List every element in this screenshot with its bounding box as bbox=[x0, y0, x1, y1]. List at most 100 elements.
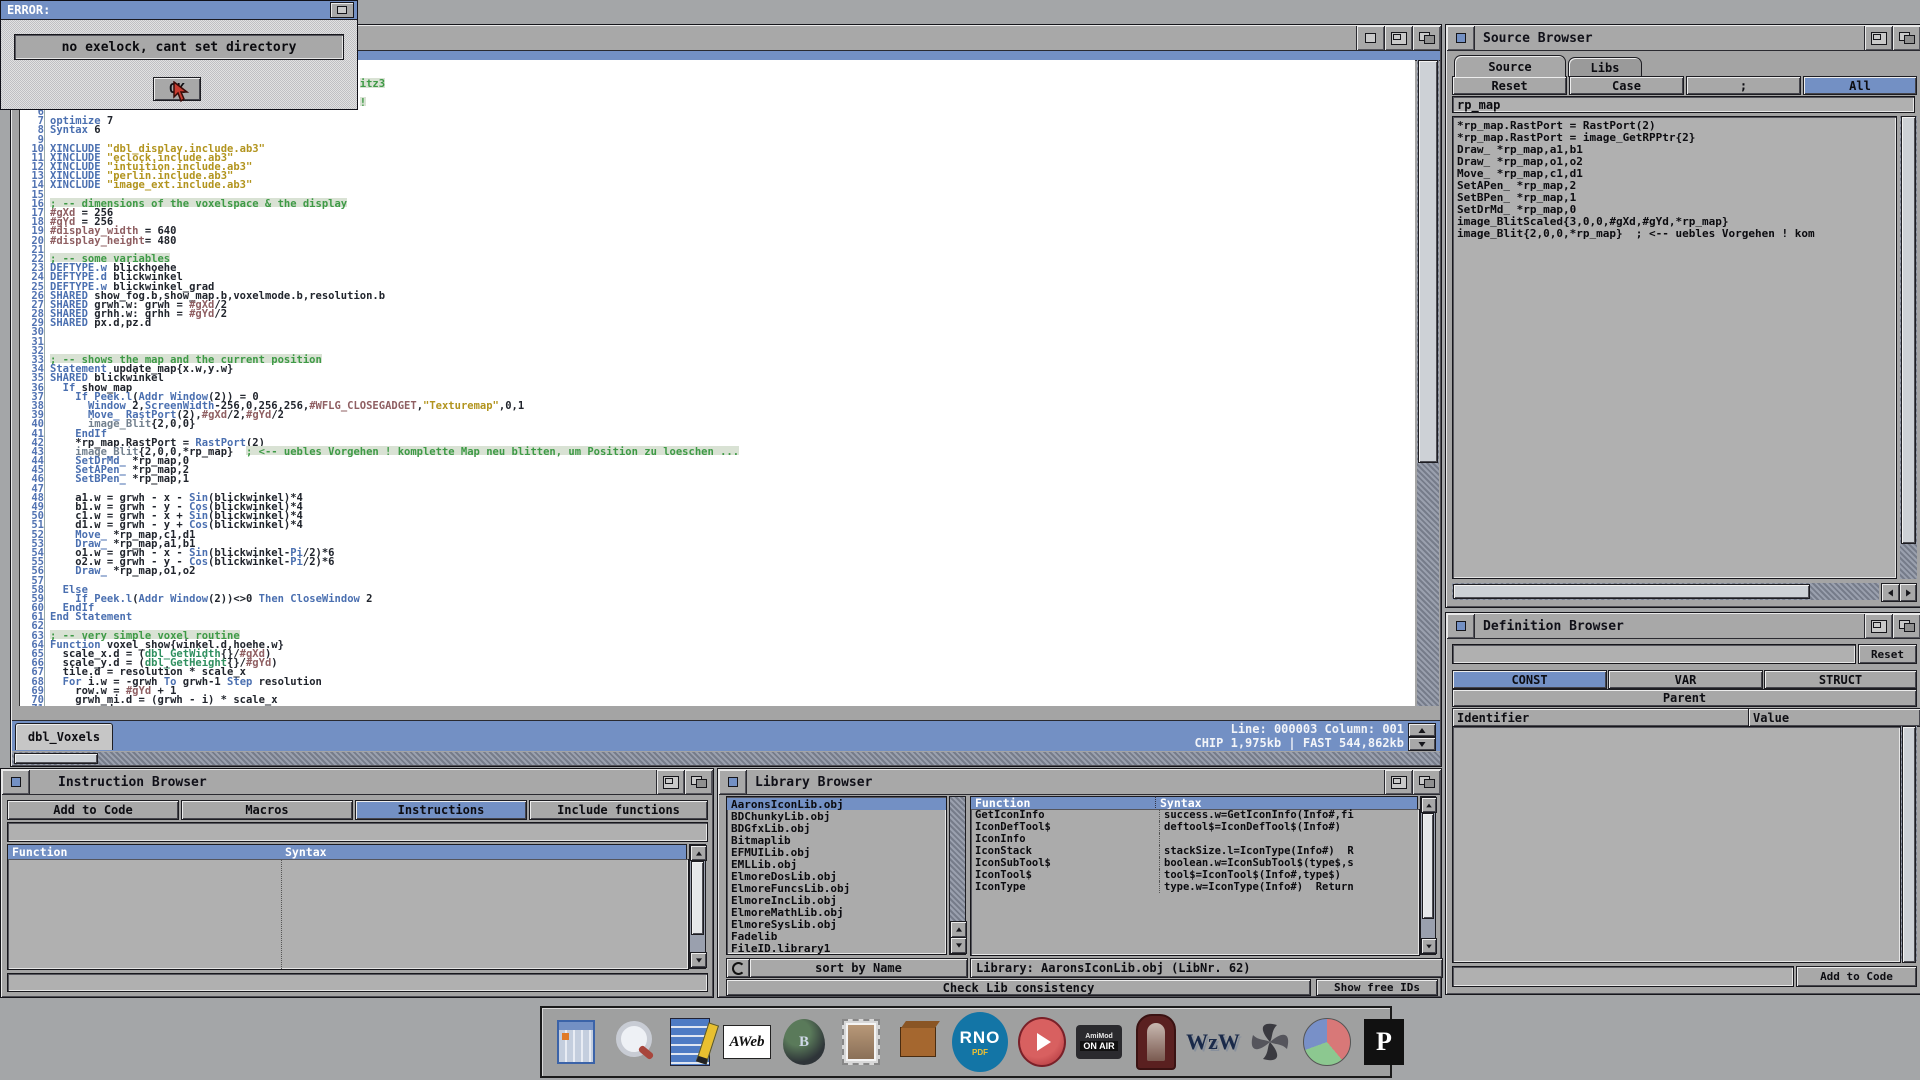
code-line[interactable]: 57 bbox=[20, 575, 1415, 584]
code-line[interactable]: 43 image_Blit{2,0,0,*rp_map} ; <-- ueble… bbox=[20, 446, 1415, 455]
code-line[interactable]: 63; -- very simple voxel routine bbox=[20, 630, 1415, 639]
library-function-vscrollbar[interactable] bbox=[1420, 796, 1436, 955]
column-header-function[interactable]: Function bbox=[7, 844, 281, 860]
source-result-row[interactable]: Draw_ *rp_map,a1,b1 bbox=[1453, 143, 1896, 155]
code-line[interactable]: 49 b1.w = grwh - y - Cos(blickwinkel)*4 bbox=[20, 501, 1415, 510]
code-line[interactable]: 62 bbox=[20, 620, 1415, 629]
parent-button[interactable]: Parent bbox=[1452, 689, 1917, 707]
column-header-syntax[interactable]: Syntax bbox=[281, 844, 687, 860]
tab-libs[interactable]: Libs bbox=[1568, 57, 1642, 77]
code-line[interactable]: 30 bbox=[20, 326, 1415, 335]
instructions-button[interactable]: Instructions bbox=[355, 800, 527, 820]
amimod-onair-icon[interactable]: AmiMod ON AIR bbox=[1075, 1016, 1123, 1068]
close-gadget-icon[interactable] bbox=[1447, 614, 1475, 638]
show-free-ids-button[interactable]: Show free IDs bbox=[1316, 979, 1438, 996]
editor-hscrollbar[interactable] bbox=[12, 752, 1440, 765]
code-line[interactable]: 59 If Peek.l(Addr Window(2))<>0 Then Clo… bbox=[20, 593, 1415, 602]
code-line[interactable]: 48 a1.w = grwh - x - Sin(blickwinkel)*4 bbox=[20, 492, 1415, 501]
code-line[interactable]: 46 SetBPen_ *rp_map,1 bbox=[20, 473, 1415, 482]
code-line[interactable]: 31 bbox=[20, 336, 1415, 345]
instruction-list[interactable] bbox=[7, 859, 689, 970]
all-button[interactable]: All bbox=[1803, 76, 1917, 95]
function-row[interactable]: IconInfo bbox=[971, 833, 1419, 845]
code-line[interactable]: 25DEFTYPE.w blickwinkel_grad bbox=[20, 281, 1415, 290]
library-row[interactable]: ElmoreSysLib.obj bbox=[727, 918, 946, 930]
code-line[interactable]: 42 *rp_map.RastPort = RastPort(2) bbox=[20, 437, 1415, 446]
code-line[interactable]: 7optimize 7 bbox=[20, 115, 1415, 124]
source-result-row[interactable]: image_BlitScaled{3,0,0,#gXd,#gYd,*rp_map… bbox=[1453, 215, 1896, 227]
library-vscrollbar[interactable] bbox=[949, 796, 966, 955]
hscroll-left-gadget[interactable] bbox=[1881, 583, 1900, 602]
box-icon[interactable] bbox=[894, 1016, 942, 1068]
library-row[interactable]: ElmoreFuncsLib.obj bbox=[727, 882, 946, 894]
code-line[interactable]: 26SHARED show_fog.b,show_map.b,voxelmode… bbox=[20, 290, 1415, 299]
library-row[interactable]: ElmoreIncLib.obj bbox=[727, 894, 946, 906]
code-line[interactable]: 24DEFTYPE.d blickwinkel bbox=[20, 271, 1415, 280]
definition-add-to-code-button[interactable]: Add to Code bbox=[1796, 966, 1917, 987]
code-line[interactable]: 65 scale_x.d = (dbl_GetWidth{}/#gXd) bbox=[20, 648, 1415, 657]
code-line[interactable]: 8Syntax 6 bbox=[20, 124, 1415, 133]
pinwheel-icon[interactable] bbox=[1246, 1016, 1294, 1068]
code-line[interactable]: 58 Else bbox=[20, 584, 1415, 593]
code-line[interactable]: 14XINCLUDE "image_ext.include.ab3" bbox=[20, 179, 1415, 188]
editor-vscrollbar[interactable] bbox=[1417, 60, 1439, 706]
library-row[interactable]: EMLLib.obj bbox=[727, 858, 946, 870]
code-line[interactable]: 67 tile.d = resolution * scale_x bbox=[20, 666, 1415, 675]
library-row[interactable]: Fadelib bbox=[727, 930, 946, 942]
zoom-gadget-icon[interactable] bbox=[1864, 614, 1892, 638]
library-row[interactable]: BDChunkyLib.obj bbox=[727, 810, 946, 822]
tab-source[interactable]: Source bbox=[1454, 55, 1566, 77]
depth-gadget-icon[interactable] bbox=[1892, 614, 1920, 638]
code-line[interactable]: 41 EndIf bbox=[20, 428, 1415, 437]
yam-stamp-icon[interactable] bbox=[837, 1016, 885, 1068]
code-line[interactable]: 22; -- some variables bbox=[20, 253, 1415, 262]
library-row[interactable]: ElmoreDosLib.obj bbox=[727, 870, 946, 882]
case-button[interactable]: Case bbox=[1569, 76, 1684, 95]
ibrowse-globe-icon[interactable]: B bbox=[780, 1016, 828, 1068]
source-result-row[interactable]: SetAPen_ *rp_map,2 bbox=[1453, 179, 1896, 191]
code-line[interactable]: 50 c1.w = grwh - x + Sin(blickwinkel)*4 bbox=[20, 510, 1415, 519]
code-line[interactable]: 20#display_height= 480 bbox=[20, 235, 1415, 244]
zoom-gadget-icon[interactable] bbox=[1384, 26, 1412, 50]
reset-button[interactable]: Reset bbox=[1452, 76, 1567, 95]
function-row[interactable]: IconTool$tool$=IconTool$(Info#,type$) bbox=[971, 869, 1419, 881]
close-gadget-icon[interactable] bbox=[719, 770, 747, 794]
zoom-gadget-icon[interactable] bbox=[656, 770, 684, 794]
semicolon-button[interactable]: ; bbox=[1686, 76, 1801, 95]
sort-cycle-gadget[interactable] bbox=[726, 958, 750, 978]
code-line[interactable]: 53 Draw_ *rp_map,a1,b1 bbox=[20, 538, 1415, 547]
status-up-gadget[interactable] bbox=[1408, 723, 1436, 737]
code-line[interactable]: 16; -- dimensions of the voxelspace & th… bbox=[20, 198, 1415, 207]
code-line[interactable]: 28SHARED grhh.w: grhh = #gYd/2 bbox=[20, 308, 1415, 317]
instruction-browser-titlebar[interactable]: Instruction Browser bbox=[2, 770, 712, 795]
source-vscrollbar[interactable] bbox=[1900, 116, 1917, 579]
code-line[interactable]: 12XINCLUDE "intuition.include.ab3" bbox=[20, 161, 1415, 170]
function-row[interactable]: IconDefTool$deftool$=IconDefTool$(Info#) bbox=[971, 821, 1419, 833]
column-header-syntax[interactable]: Syntax bbox=[1155, 796, 1418, 810]
zoom-gadget-icon[interactable] bbox=[1864, 26, 1892, 50]
code-line[interactable]: 66 scale_y.d = (dbl_GetHeight{}/#gYd) bbox=[20, 657, 1415, 666]
code-line[interactable]: 37 If Peek.l(Addr Window(2)) = 0 bbox=[20, 391, 1415, 400]
code-line[interactable]: 51 d1.w = grwh - y + Cos(blickwinkel)*4 bbox=[20, 519, 1415, 528]
definition-list[interactable] bbox=[1452, 726, 1901, 963]
www-icon[interactable]: WzW bbox=[1189, 1016, 1237, 1068]
tab-const[interactable]: CONST bbox=[1452, 670, 1607, 689]
code-line[interactable]: 64Function voxel_show{winkel.d,hoehe.w} bbox=[20, 639, 1415, 648]
code-line[interactable]: 19#display_width = 640 bbox=[20, 225, 1415, 234]
code-line[interactable]: 47 bbox=[20, 483, 1415, 492]
code-line[interactable]: 29SHARED px.d,pz.d bbox=[20, 317, 1415, 326]
code-line[interactable]: 18#gYd = 256 bbox=[20, 216, 1415, 225]
source-result-row[interactable]: image_Blit{2,0,0,*rp_map} ; <-- uebles V… bbox=[1453, 227, 1896, 239]
code-line[interactable]: 9 bbox=[20, 134, 1415, 143]
status-down-gadget[interactable] bbox=[1408, 737, 1436, 751]
depth-gadget-icon[interactable] bbox=[684, 770, 712, 794]
aweb-icon[interactable]: AWeb bbox=[723, 1016, 771, 1068]
file-tab-dbl-voxels[interactable]: dbl_Voxels bbox=[15, 723, 113, 750]
macros-button[interactable]: Macros bbox=[181, 800, 353, 820]
zoom-gadget-icon[interactable] bbox=[1384, 770, 1412, 794]
mirror-icon[interactable] bbox=[1132, 1016, 1180, 1068]
tab-var[interactable]: VAR bbox=[1608, 670, 1763, 689]
function-row[interactable]: GetIconInfosuccess.w=GetIconInfo(Info#,f… bbox=[971, 809, 1419, 821]
include-functions-button[interactable]: Include functions bbox=[529, 800, 708, 820]
library-row[interactable]: ElmoreMathLib.obj bbox=[727, 906, 946, 918]
